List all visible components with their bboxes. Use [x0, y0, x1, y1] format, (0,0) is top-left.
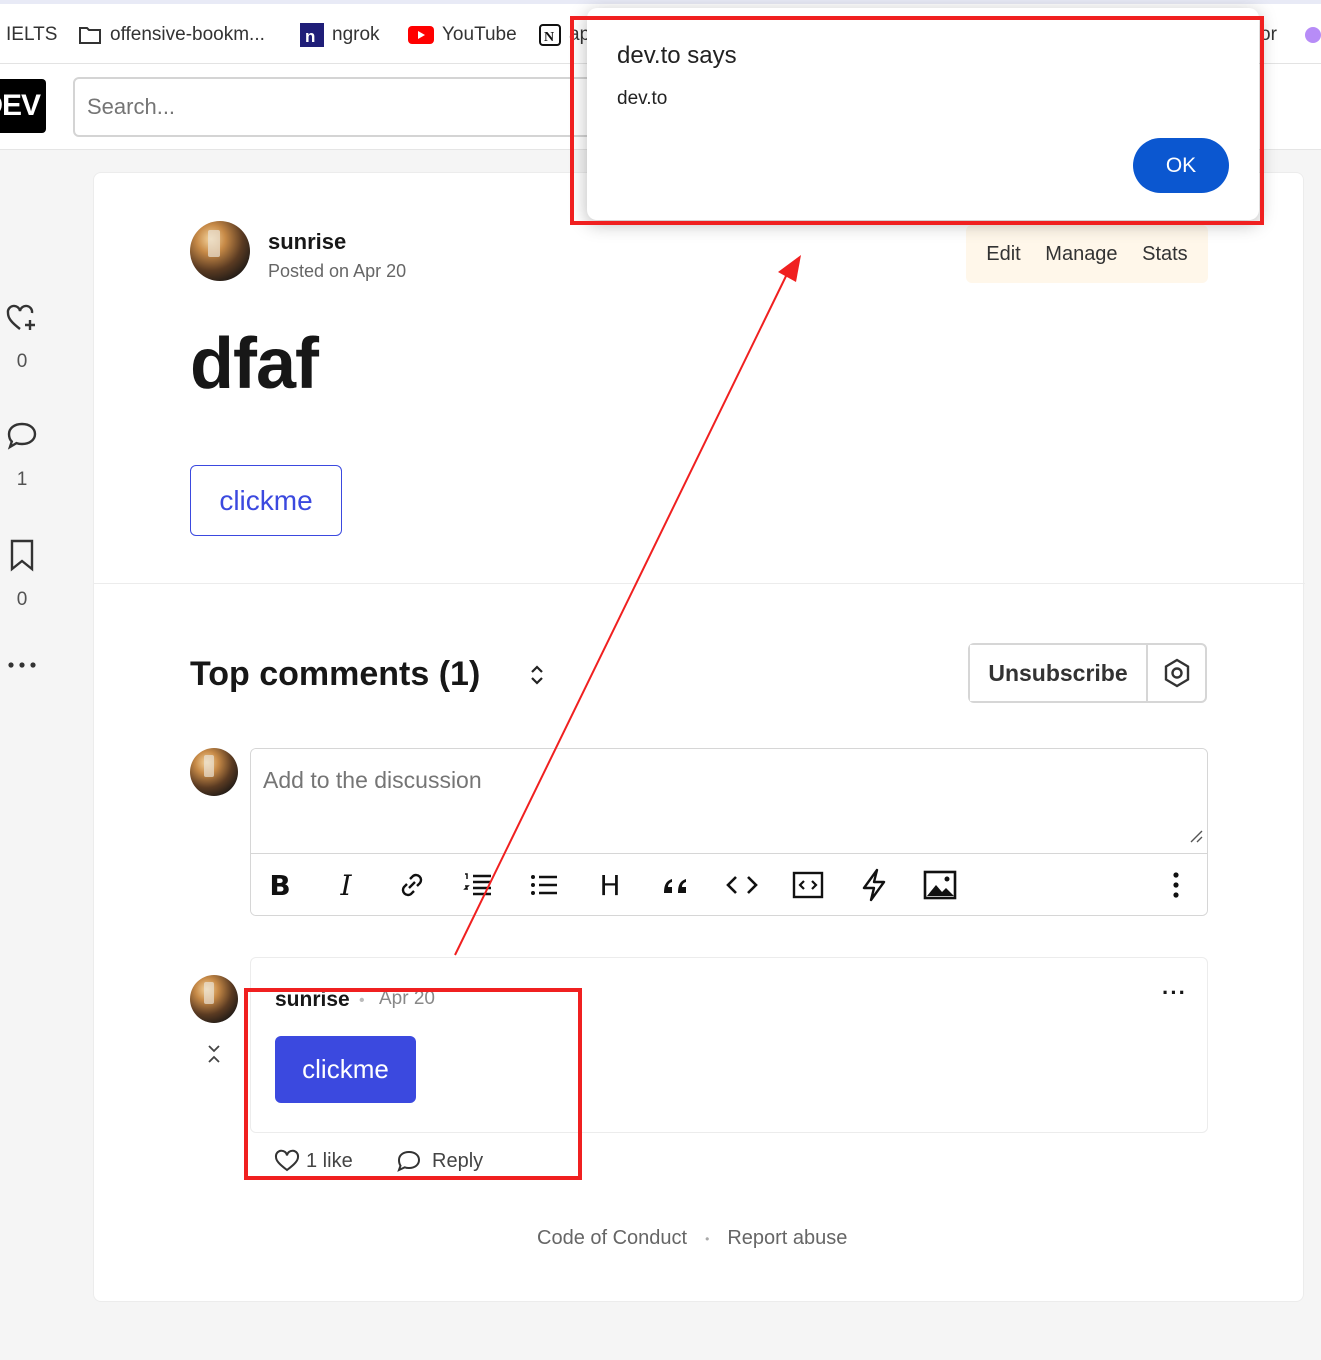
- toolbar-more-button[interactable]: [1159, 868, 1193, 902]
- subscription-settings-button[interactable]: [1148, 645, 1205, 701]
- comment-author[interactable]: sunrise: [275, 988, 350, 1012]
- dialog-title: dev.to says: [617, 42, 737, 69]
- author-actions: Edit Manage Stats: [966, 225, 1208, 283]
- folder-icon: [79, 27, 101, 44]
- stats-link[interactable]: Stats: [1142, 243, 1188, 266]
- current-user-avatar: [190, 748, 238, 796]
- comment-reply-button[interactable]: Reply: [396, 1149, 483, 1173]
- search-input[interactable]: [73, 77, 633, 137]
- like-count: 1 like: [306, 1149, 353, 1172]
- separator-dot: •: [359, 992, 365, 1009]
- code-of-conduct-link[interactable]: Code of Conduct: [537, 1227, 687, 1250]
- lightning-icon: [862, 868, 886, 902]
- author-name[interactable]: sunrise: [268, 229, 346, 255]
- subscription-controls: Unsubscribe: [968, 643, 1207, 703]
- dialog-ok-button[interactable]: OK: [1133, 138, 1229, 193]
- bookmark-offensive[interactable]: offensive-bookm...: [78, 22, 265, 48]
- heart-icon: [274, 1149, 300, 1172]
- quote-icon: [664, 879, 686, 893]
- bold-button[interactable]: B: [263, 868, 297, 902]
- comment-editor: B I H: [250, 748, 1208, 916]
- image-upload-button[interactable]: [923, 868, 957, 902]
- quote-button[interactable]: [659, 868, 693, 902]
- ordered-list-icon: [463, 873, 491, 896]
- comments-heading: Top comments (1): [190, 655, 481, 693]
- heart-reaction-button[interactable]: 0: [4, 302, 40, 373]
- footer-links: Code of Conduct • Report abuse: [537, 1227, 847, 1250]
- comment-button[interactable]: 1: [4, 420, 40, 491]
- app-icon: [1305, 27, 1321, 43]
- bookmark-notion[interactable]: N ap: [539, 22, 590, 48]
- youtube-icon: [408, 26, 434, 44]
- bookmark-youtube[interactable]: YouTube: [408, 22, 517, 48]
- bookmark-ielts[interactable]: IELTS: [6, 22, 57, 48]
- italic-button[interactable]: I: [329, 868, 363, 902]
- svg-text:N: N: [544, 30, 554, 45]
- bookmark-or[interactable]: or: [1260, 22, 1277, 48]
- ordered-list-button[interactable]: [461, 868, 495, 902]
- more-horizontal-icon: [8, 662, 36, 668]
- unsubscribe-button[interactable]: Unsubscribe: [970, 645, 1148, 701]
- gear-icon: [1164, 658, 1189, 688]
- resize-handle-icon[interactable]: [1189, 829, 1203, 843]
- author-avatar[interactable]: [190, 221, 250, 281]
- heart-plus-icon: [6, 304, 35, 330]
- embed-button[interactable]: [857, 868, 891, 902]
- edit-link[interactable]: Edit: [986, 243, 1020, 266]
- divider: [94, 583, 1305, 584]
- bookmark-button[interactable]: 0: [4, 538, 40, 611]
- posted-date: Posted on Apr 20: [268, 261, 407, 281]
- commenter-avatar[interactable]: [190, 975, 238, 1023]
- separator-dot: •: [705, 1231, 710, 1246]
- notion-icon: N: [539, 24, 561, 46]
- more-actions-button[interactable]: [4, 658, 40, 676]
- link-button[interactable]: [395, 868, 429, 902]
- code-button[interactable]: [725, 868, 759, 902]
- comment-like-button[interactable]: 1 like: [274, 1149, 353, 1173]
- alert-dialog: dev.to says dev.to OK: [587, 8, 1259, 220]
- image-icon: [923, 870, 957, 900]
- comment-count: 1: [16, 469, 28, 490]
- dev-logo[interactable]: DEV: [0, 79, 46, 133]
- report-abuse-link[interactable]: Report abuse: [727, 1227, 847, 1250]
- comment-clickme-button[interactable]: clickme: [275, 1036, 416, 1103]
- heading-button[interactable]: H: [593, 868, 627, 902]
- comment-date[interactable]: Apr 20: [379, 988, 435, 1010]
- bookmark-count: 0: [16, 589, 28, 610]
- collapse-thread-icon[interactable]: [206, 1043, 222, 1065]
- ngrok-icon: n: [300, 23, 324, 47]
- article-card: sunrise Posted on Apr 20 Edit Manage Sta…: [93, 172, 1305, 1302]
- clickme-button[interactable]: clickme: [190, 465, 342, 536]
- code-block-icon: [792, 871, 824, 899]
- more-vertical-icon: [1173, 872, 1179, 898]
- bookmark-ngrok[interactable]: n ngrok: [300, 22, 380, 48]
- reply-icon: [397, 1150, 421, 1172]
- dialog-message: dev.to: [617, 88, 668, 109]
- manage-link[interactable]: Manage: [1045, 243, 1117, 266]
- comment-item: sunrise • Apr 20 ··· clickme: [250, 957, 1208, 1133]
- comment-more-button[interactable]: ···: [1162, 980, 1187, 1006]
- comment-icon: [7, 422, 37, 450]
- link-icon: [401, 873, 423, 897]
- editor-toolbar: B I H: [251, 853, 1207, 915]
- article-title: dfaf: [190, 324, 319, 404]
- bookmark-icon: [10, 539, 34, 572]
- unordered-list-icon: [531, 875, 557, 895]
- sort-chevrons-icon[interactable]: [526, 663, 548, 687]
- svg-text:n: n: [305, 27, 315, 46]
- code-block-button[interactable]: [791, 868, 825, 902]
- code-icon: [726, 876, 758, 894]
- reaction-count: 0: [16, 351, 28, 372]
- unordered-list-button[interactable]: [527, 868, 561, 902]
- bookmark-app-icon[interactable]: [1304, 22, 1321, 48]
- comment-textarea[interactable]: [251, 749, 1207, 853]
